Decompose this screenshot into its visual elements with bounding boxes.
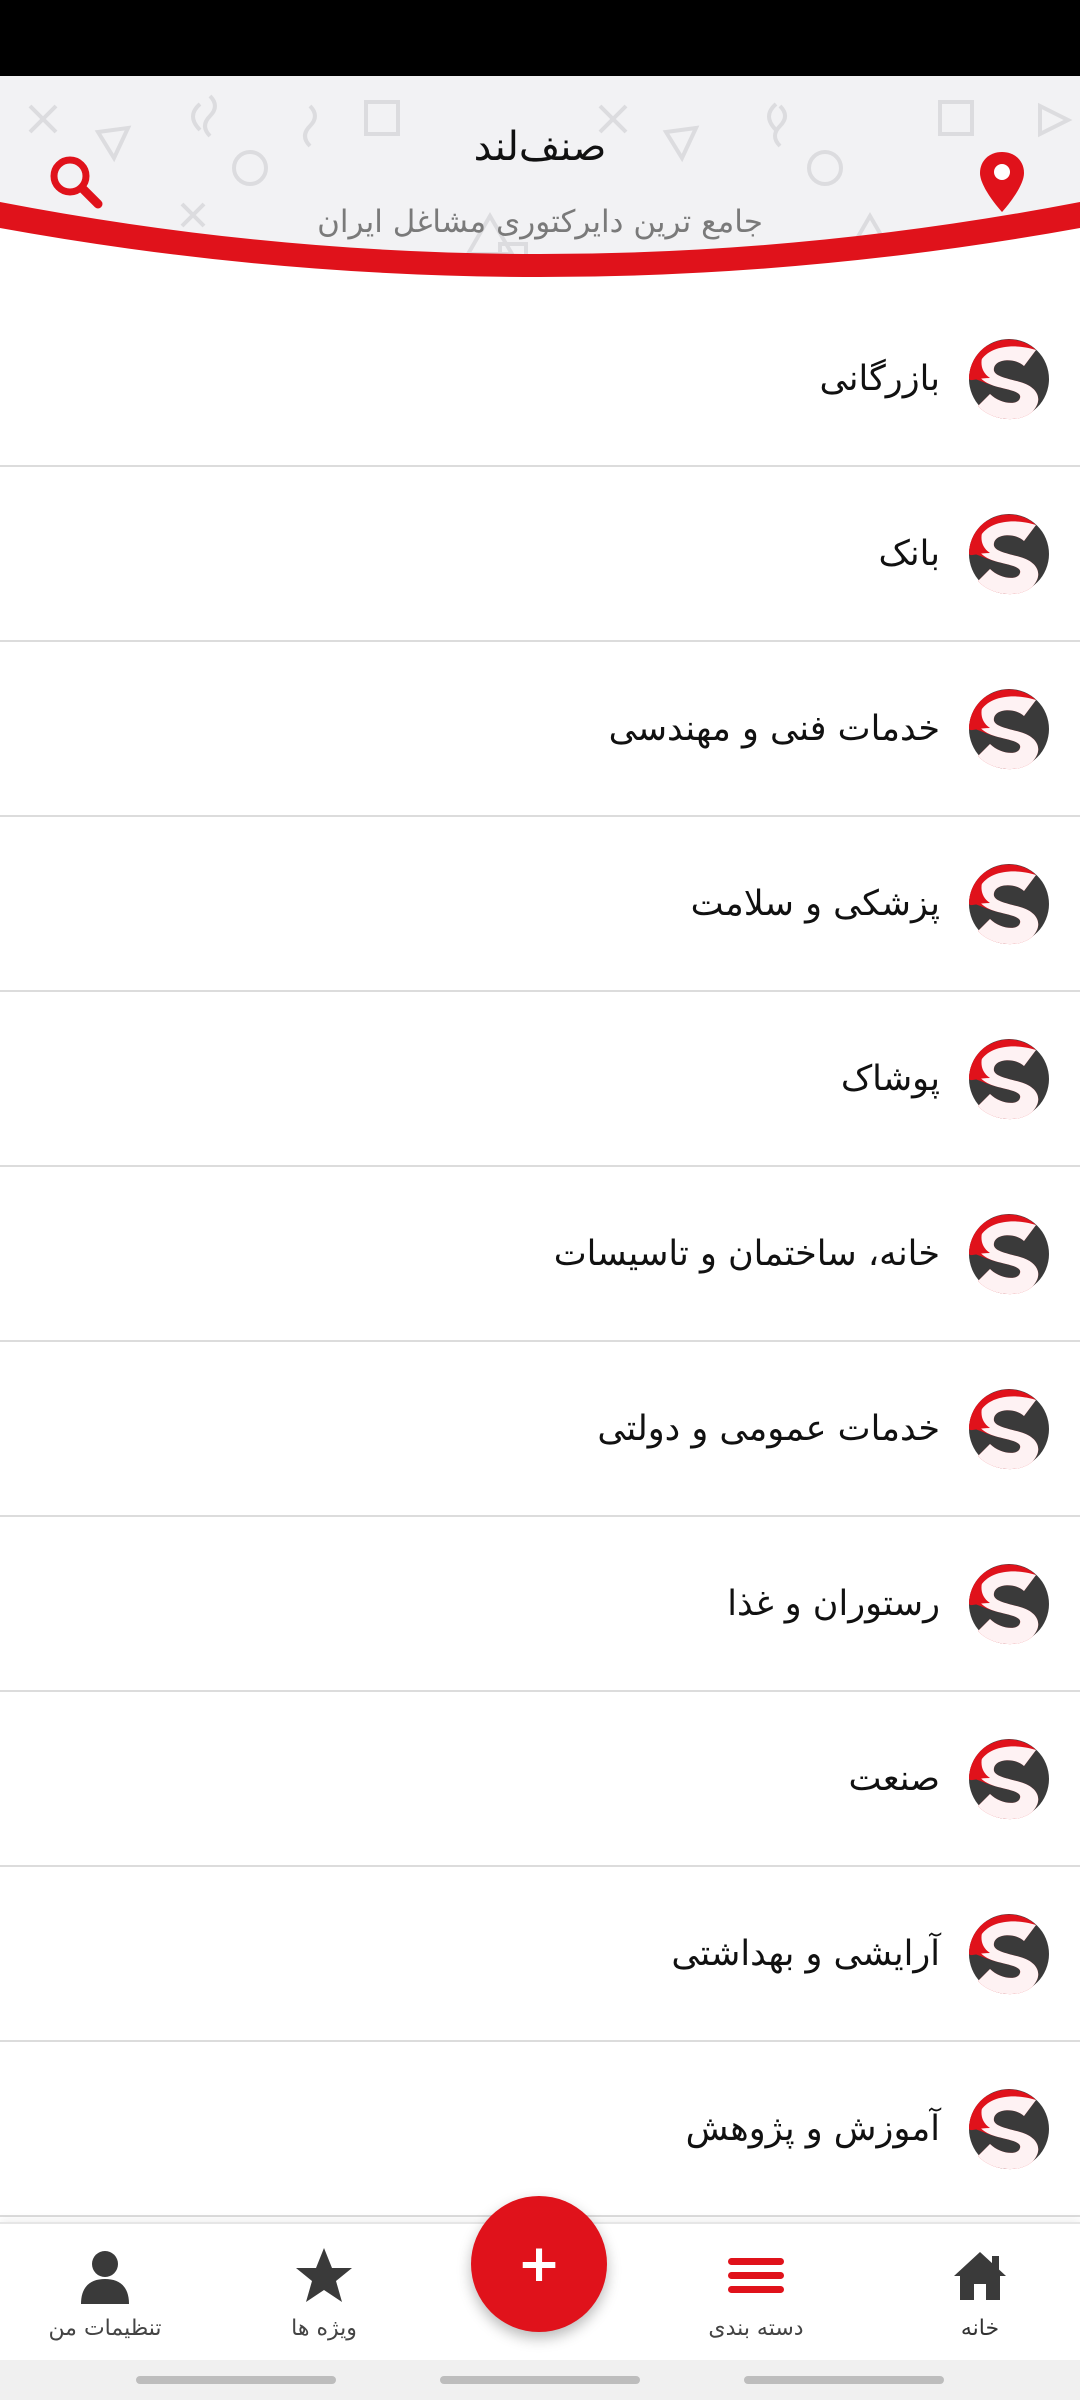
search-button[interactable] bbox=[40, 146, 112, 218]
category-item[interactable]: صنعت bbox=[0, 1692, 1080, 1867]
category-item[interactable]: بانک bbox=[0, 467, 1080, 642]
gesture-pill bbox=[136, 2376, 336, 2384]
category-label: بانک bbox=[878, 533, 940, 574]
category-item[interactable]: پوشاک bbox=[0, 992, 1080, 1167]
list-icon bbox=[728, 2258, 784, 2293]
add-business-button[interactable]: + bbox=[471, 2196, 607, 2332]
category-label: خدمات عمومی و دولتی bbox=[597, 1408, 940, 1449]
user-icon bbox=[81, 2251, 129, 2304]
nav-featured-label: ویژه ها bbox=[291, 2316, 357, 2341]
brand-logo-icon bbox=[969, 1563, 1049, 1644]
plus-icon: + bbox=[517, 2234, 561, 2294]
gesture-pill bbox=[744, 2376, 944, 2384]
category-label: بازرگانی bbox=[819, 358, 940, 399]
location-button[interactable] bbox=[966, 142, 1038, 222]
brand-logo-icon bbox=[969, 2088, 1049, 2169]
category-item[interactable]: آموزش و پژوهش bbox=[0, 2042, 1080, 2217]
category-item[interactable]: بازرگانی bbox=[0, 292, 1080, 467]
category-label: خدمات فنی و مهندسی bbox=[608, 708, 940, 749]
category-list: بازرگانی بانک خدمات فنی و مهندسی پزشکی و سل… bbox=[0, 292, 1080, 2222]
category-label: پوشاک bbox=[840, 1058, 940, 1099]
nav-featured[interactable]: ویژه ها bbox=[224, 2224, 424, 2360]
nav-home[interactable]: خانه bbox=[880, 2224, 1080, 2360]
category-label: آرایشی و بهداشتی bbox=[671, 1933, 940, 1974]
category-item[interactable]: خانه، ساختمان و تاسیسات bbox=[0, 1167, 1080, 1342]
header-pattern bbox=[0, 94, 1080, 286]
status-bar bbox=[0, 0, 1080, 76]
home-icon bbox=[954, 2252, 1006, 2300]
system-gesture-bar bbox=[0, 2360, 1080, 2400]
location-pin-icon bbox=[980, 152, 1024, 212]
app-screen: صنف‌لند جامع ترین دایرکتوری مشاغل ایران … bbox=[0, 0, 1080, 2400]
category-label: آموزش و پژوهش bbox=[685, 2108, 940, 2149]
brand-logo-icon bbox=[969, 1913, 1049, 1994]
brand-logo-icon bbox=[969, 688, 1049, 769]
app-title: صنف‌لند bbox=[473, 124, 607, 170]
nav-settings[interactable]: تنظیمات من bbox=[5, 2224, 205, 2360]
nav-categories[interactable]: دسته بندی bbox=[656, 2224, 856, 2360]
search-icon bbox=[50, 156, 103, 209]
category-label: صنعت bbox=[848, 1758, 940, 1799]
app-subtitle: جامع ترین دایرکتوری مشاغل ایران bbox=[317, 204, 763, 240]
category-label: خانه، ساختمان و تاسیسات bbox=[553, 1233, 940, 1274]
category-label: رستوران و غذا bbox=[727, 1583, 940, 1624]
category-label: پزشکی و سلامت bbox=[690, 883, 940, 924]
category-item[interactable]: پزشکی و سلامت bbox=[0, 817, 1080, 992]
brand-logo-icon bbox=[969, 338, 1049, 419]
nav-categories-label: دسته بندی bbox=[708, 2316, 804, 2341]
app-header: صنف‌لند جامع ترین دایرکتوری مشاغل ایران bbox=[0, 76, 1080, 286]
gesture-pill bbox=[440, 2376, 640, 2384]
category-item[interactable]: رستوران و غذا bbox=[0, 1517, 1080, 1692]
category-item[interactable]: خدمات فنی و مهندسی bbox=[0, 642, 1080, 817]
category-item[interactable]: خدمات عمومی و دولتی bbox=[0, 1342, 1080, 1517]
brand-logo-icon bbox=[969, 863, 1049, 944]
brand-logo-icon bbox=[969, 1738, 1049, 1819]
brand-logo-icon bbox=[969, 1388, 1049, 1469]
brand-logo-icon bbox=[969, 513, 1049, 594]
nav-home-label: خانه bbox=[960, 2316, 1000, 2341]
brand-logo-icon bbox=[969, 1038, 1049, 1119]
brand-logo-icon bbox=[969, 1213, 1049, 1294]
star-icon bbox=[296, 2248, 352, 2302]
category-item[interactable]: آرایشی و بهداشتی bbox=[0, 1867, 1080, 2042]
nav-settings-label: تنظیمات من bbox=[48, 2316, 162, 2341]
